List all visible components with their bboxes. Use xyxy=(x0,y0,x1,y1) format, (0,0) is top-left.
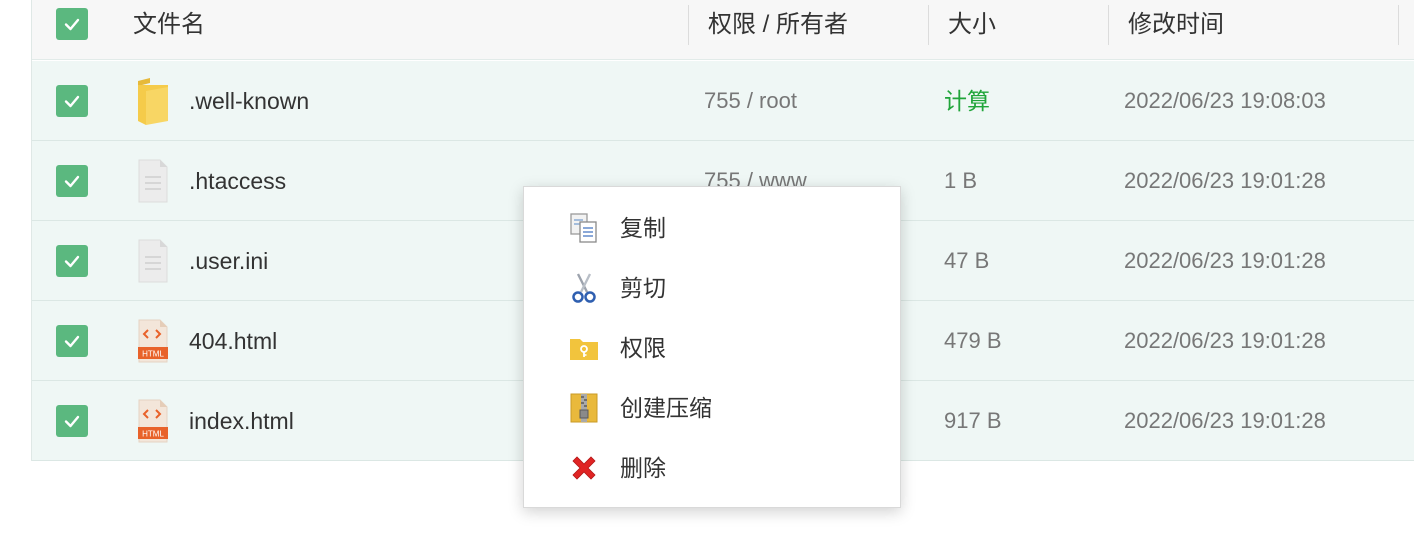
menu-item-delete[interactable]: 删除 xyxy=(524,438,900,498)
row-checkbox[interactable] xyxy=(56,405,88,437)
file-size: 479 B xyxy=(944,328,1002,353)
folder-icon xyxy=(138,78,168,125)
calculate-size-link[interactable]: 计算 xyxy=(944,61,990,141)
column-header-name[interactable]: 文件名 xyxy=(133,0,205,60)
file-modified-time: 2022/06/23 19:08:03 xyxy=(1124,88,1326,113)
menu-item-label: 删除 xyxy=(620,455,666,481)
context-menu: 复制 剪切 权限 创建压缩 删除 xyxy=(523,186,901,508)
check-icon xyxy=(64,175,80,188)
file-name[interactable]: .user.ini xyxy=(189,221,268,301)
permission-folder-icon xyxy=(570,339,598,360)
file-name[interactable]: .htaccess xyxy=(189,141,286,221)
column-header-permission[interactable]: 权限 / 所有者 xyxy=(708,0,848,60)
table-header: 文件名 权限 / 所有者 大小 修改时间 xyxy=(32,0,1414,60)
check-icon xyxy=(64,415,80,428)
file-name[interactable]: index.html xyxy=(189,381,294,461)
check-icon xyxy=(64,95,80,108)
zip-archive-icon xyxy=(570,393,598,423)
row-checkbox[interactable] xyxy=(56,165,88,197)
menu-item-label: 复制 xyxy=(620,215,666,241)
file-modified-time: 2022/06/23 19:01:28 xyxy=(1124,328,1326,353)
menu-item-copy[interactable]: 复制 xyxy=(524,198,900,258)
html-file-icon: HTML xyxy=(138,399,168,443)
menu-item-permission[interactable]: 权限 xyxy=(524,318,900,378)
menu-item-label: 剪切 xyxy=(620,275,666,301)
check-icon xyxy=(64,255,80,268)
delete-icon xyxy=(572,456,596,480)
html-badge-text: HTML xyxy=(142,350,164,359)
scissors-icon xyxy=(572,273,596,303)
html-file-icon: HTML xyxy=(138,319,168,363)
file-permission[interactable]: 755 / root xyxy=(704,61,797,141)
row-checkbox[interactable] xyxy=(56,245,88,277)
row-checkbox[interactable] xyxy=(56,325,88,357)
column-divider[interactable] xyxy=(928,5,929,45)
file-size: 47 B xyxy=(944,248,990,273)
row-checkbox[interactable] xyxy=(56,85,88,117)
column-divider[interactable] xyxy=(688,5,689,45)
column-header-modified-time[interactable]: 修改时间 xyxy=(1128,0,1224,60)
file-modified-time: 2022/06/23 19:01:28 xyxy=(1124,408,1326,433)
menu-item-label: 权限 xyxy=(620,335,666,361)
file-name[interactable]: 404.html xyxy=(189,301,277,381)
menu-item-cut[interactable]: 剪切 xyxy=(524,258,900,318)
table-row[interactable]: .well-known 755 / root 计算 2022/06/23 19:… xyxy=(32,61,1414,141)
file-modified-time: 2022/06/23 19:01:28 xyxy=(1124,248,1326,273)
file-size: 917 B xyxy=(944,408,1002,433)
check-icon xyxy=(64,335,80,348)
text-file-icon xyxy=(138,239,168,283)
menu-item-label: 创建压缩 xyxy=(620,395,712,421)
html-badge-text: HTML xyxy=(142,430,164,439)
check-icon xyxy=(64,18,80,31)
copy-icon xyxy=(570,213,597,243)
column-header-size[interactable]: 大小 xyxy=(948,0,996,60)
text-file-icon xyxy=(138,159,168,203)
file-modified-time: 2022/06/23 19:01:28 xyxy=(1124,168,1326,193)
file-size: 1 B xyxy=(944,168,978,193)
select-all-checkbox[interactable] xyxy=(56,8,88,40)
file-name[interactable]: .well-known xyxy=(189,61,309,141)
column-divider[interactable] xyxy=(1398,5,1399,45)
column-divider[interactable] xyxy=(1108,5,1109,45)
menu-item-create-archive[interactable]: 创建压缩 xyxy=(524,378,900,438)
